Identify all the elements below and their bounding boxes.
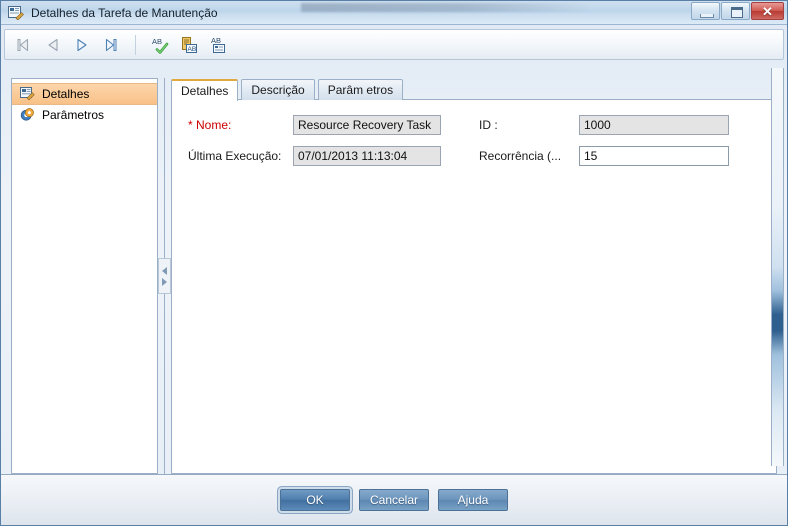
toolbar-separator	[135, 34, 136, 55]
window-controls: ✕	[691, 2, 784, 20]
detail-pane: Detalhes Descrição Parâm etros * Nome: R…	[171, 78, 777, 474]
chevron-left-icon[interactable]	[162, 266, 167, 275]
sidebar-item-label: Detalhes	[42, 87, 90, 101]
form-row-execucao-recorrencia: Última Execução: 07/01/2013 11:13:04 Rec…	[188, 145, 760, 166]
recorrencia-field[interactable]: 15	[579, 145, 729, 166]
dialog-body: Detalhes Parâmetros Detalhes Descrição P…	[1, 60, 787, 474]
sidebar-item-label: Parâmetros	[42, 108, 105, 122]
ultima-execucao-field[interactable]: 07/01/2013 11:13:04	[293, 145, 441, 166]
close-icon: ✕	[762, 3, 773, 19]
ok-button[interactable]: OK	[280, 489, 350, 511]
tab-label: Parâm etros	[327, 83, 394, 97]
help-button-label: Ajuda	[457, 493, 489, 507]
help-button[interactable]: Ajuda	[438, 489, 508, 511]
tab-detalhes[interactable]: Detalhes	[171, 79, 239, 101]
toolbar: AB AB AB	[4, 29, 784, 60]
splitter-grip[interactable]	[158, 258, 171, 294]
maximize-button[interactable]	[721, 2, 750, 20]
text-properties-icon[interactable]: AB	[209, 36, 227, 54]
form-row-nome-id: * Nome: Resource Recovery Task ID : 1000	[188, 114, 760, 135]
sidebar-item-parametros[interactable]: Parâmetros	[12, 105, 157, 125]
svg-text:AB: AB	[188, 46, 197, 53]
minimize-button[interactable]	[691, 2, 720, 20]
tab-label: Detalhes	[181, 84, 229, 98]
tab-descricao[interactable]: Descrição	[241, 79, 315, 100]
nome-field[interactable]: Resource Recovery Task	[293, 114, 441, 135]
document-edit-icon	[8, 5, 24, 20]
title-bar[interactable]: Detalhes da Tarefa de Manutenção ✕	[1, 1, 787, 25]
close-button[interactable]: ✕	[751, 2, 784, 20]
gear-icon	[20, 108, 35, 122]
svg-text:AB: AB	[211, 36, 221, 45]
cancel-button[interactable]: Cancelar	[359, 489, 429, 511]
background-window-text	[301, 3, 591, 12]
right-dock-bar[interactable]	[771, 68, 784, 466]
id-field[interactable]: 1000	[579, 114, 729, 135]
svg-text:AB: AB	[152, 37, 162, 46]
panel-splitter[interactable]	[158, 78, 171, 474]
next-record-icon[interactable]	[73, 36, 91, 54]
last-record-icon[interactable]	[102, 36, 120, 54]
ok-button-label: OK	[306, 493, 324, 507]
recorrencia-label: Recorrência (...	[479, 148, 562, 163]
tab-panel-detalhes: * Nome: Resource Recovery Task ID : 1000…	[171, 99, 777, 474]
first-record-icon[interactable]	[15, 36, 33, 54]
translate-document-icon[interactable]: AB	[180, 36, 198, 54]
window-title: Detalhes da Tarefa de Manutenção	[31, 5, 218, 20]
dialog-window: Detalhes da Tarefa de Manutenção ✕ AB AB…	[0, 0, 788, 526]
button-bar: OK Cancelar Ajuda	[1, 474, 787, 525]
id-label: ID :	[479, 117, 498, 132]
ultima-execucao-label: Última Execução:	[188, 148, 282, 163]
tab-label: Descrição	[251, 83, 305, 97]
cancel-button-label: Cancelar	[369, 493, 419, 507]
document-edit-icon	[20, 87, 35, 101]
sidebar-item-detalhes[interactable]: Detalhes	[12, 83, 157, 105]
navigation-tree: Detalhes Parâmetros	[11, 78, 158, 474]
tab-strip: Detalhes Descrição Parâm etros	[171, 78, 777, 101]
previous-record-icon[interactable]	[44, 36, 62, 54]
nome-label: * Nome:	[188, 117, 232, 132]
spellcheck-icon[interactable]: AB	[151, 36, 169, 54]
chevron-right-icon[interactable]	[162, 277, 167, 286]
tab-parametros[interactable]: Parâm etros	[317, 79, 404, 100]
